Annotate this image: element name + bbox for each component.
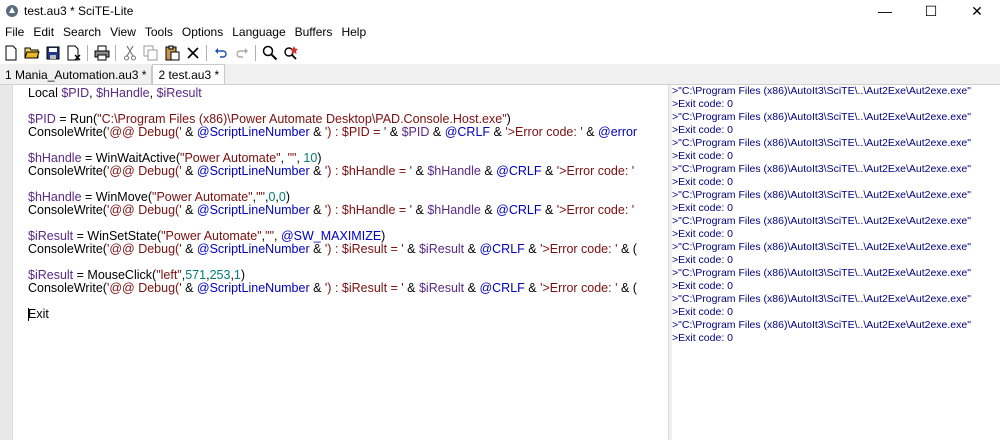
output-line[interactable]: >"C:\Program Files (x86)\AutoIt3\SciTE\.… — [672, 163, 1000, 176]
output-line[interactable]: >Exit code: 0 — [672, 176, 1000, 189]
output-line[interactable]: >Exit code: 0 — [672, 228, 1000, 241]
cut-icon[interactable] — [120, 43, 140, 63]
menu-options[interactable]: Options — [177, 25, 227, 39]
save-icon[interactable] — [43, 43, 63, 63]
code-area[interactable]: Local $PID, $hHandle, $iResult $PID = Run… — [28, 87, 666, 437]
output-line[interactable]: >Exit code: 0 — [672, 254, 1000, 267]
code-line[interactable]: ConsoleWrite('@@ Debug(' & @ScriptLineNu… — [28, 282, 666, 295]
output-line[interactable]: >Exit code: 0 — [672, 150, 1000, 163]
code-line[interactable]: Exit — [28, 308, 666, 321]
menu-buffers[interactable]: Buffers — [290, 25, 337, 39]
output-line[interactable]: >Exit code: 0 — [672, 306, 1000, 319]
toolbar-separator — [115, 45, 116, 61]
editor-margin[interactable] — [0, 85, 13, 440]
output-line[interactable]: >"C:\Program Files (x86)\AutoIt3\SciTE\.… — [672, 215, 1000, 228]
window-controls: — ☐ ✕ — [862, 0, 1000, 22]
text-caret — [28, 308, 29, 321]
replace-icon[interactable] — [281, 43, 301, 63]
output-line[interactable]: >"C:\Program Files (x86)\AutoIt3\SciTE\.… — [672, 111, 1000, 124]
output-line[interactable]: >Exit code: 0 — [672, 280, 1000, 293]
title-bar: test.au3 * SciTE-Lite — ☐ ✕ — [0, 0, 1000, 22]
minimize-button[interactable]: — — [862, 0, 908, 22]
code-line[interactable]: ConsoleWrite('@@ Debug(' & @ScriptLineNu… — [28, 165, 666, 178]
output-line[interactable]: >"C:\Program Files (x86)\AutoIt3\SciTE\.… — [672, 189, 1000, 202]
open-folder-icon[interactable] — [22, 43, 42, 63]
output-line[interactable]: >"C:\Program Files (x86)\AutoIt3\SciTE\.… — [672, 267, 1000, 280]
toolbar-separator — [255, 45, 256, 61]
code-line[interactable]: ConsoleWrite('@@ Debug(' & @ScriptLineNu… — [28, 204, 666, 217]
code-line[interactable]: ConsoleWrite('@@ Debug(' & @ScriptLineNu… — [28, 243, 666, 256]
menu-edit[interactable]: Edit — [28, 25, 58, 39]
redo-icon[interactable] — [232, 43, 252, 63]
toolbar — [0, 42, 1000, 64]
copy-icon[interactable] — [141, 43, 161, 63]
tab-test[interactable]: 2 test.au3 * — [152, 64, 226, 84]
output-line[interactable]: >"C:\Program Files (x86)\AutoIt3\SciTE\.… — [672, 319, 1000, 332]
maximize-button[interactable]: ☐ — [908, 0, 954, 22]
menu-bar: File Edit Search View Tools Options Lang… — [0, 22, 1000, 42]
print-icon[interactable] — [92, 43, 112, 63]
menu-help[interactable]: Help — [336, 25, 370, 39]
find-icon[interactable] — [260, 43, 280, 63]
output-line[interactable]: >"C:\Program Files (x86)\AutoIt3\SciTE\.… — [672, 241, 1000, 254]
output-line[interactable]: >Exit code: 0 — [672, 98, 1000, 111]
menu-search[interactable]: Search — [58, 25, 105, 39]
tab-mania-automation[interactable]: 1 Mania_Automation.au3 * — [0, 66, 153, 84]
menu-view[interactable]: View — [105, 25, 140, 39]
code-line[interactable]: Local $PID, $hHandle, $iResult — [28, 87, 666, 100]
buffer-tabs: 1 Mania_Automation.au3 * 2 test.au3 * — [0, 64, 1000, 85]
output-line[interactable]: >"C:\Program Files (x86)\AutoIt3\SciTE\.… — [672, 137, 1000, 150]
window-title: test.au3 * SciTE-Lite — [24, 4, 134, 18]
menu-file[interactable]: File — [0, 25, 28, 39]
new-file-icon[interactable] — [1, 43, 21, 63]
menu-tools[interactable]: Tools — [140, 25, 177, 39]
code-line[interactable]: ConsoleWrite('@@ Debug(' & @ScriptLineNu… — [28, 126, 666, 139]
close-button[interactable]: ✕ — [954, 0, 1000, 22]
menu-language[interactable]: Language — [227, 25, 289, 39]
delete-icon[interactable] — [183, 43, 203, 63]
output-line[interactable]: >Exit code: 0 — [672, 124, 1000, 137]
scite-app-icon[interactable] — [6, 5, 18, 17]
toolbar-separator — [206, 45, 207, 61]
output-pane[interactable]: >"C:\Program Files (x86)\AutoIt3\SciTE\.… — [672, 85, 1000, 440]
editor-pane[interactable]: Local $PID, $hHandle, $iResult $PID = Run… — [0, 85, 668, 440]
output-line[interactable]: >"C:\Program Files (x86)\AutoIt3\SciTE\.… — [672, 293, 1000, 306]
code-line[interactable] — [28, 295, 666, 308]
toolbar-separator — [87, 45, 88, 61]
close-file-icon[interactable] — [64, 43, 84, 63]
undo-icon[interactable] — [211, 43, 231, 63]
output-line[interactable]: >Exit code: 0 — [672, 202, 1000, 215]
output-line[interactable]: >Exit code: 0 — [672, 332, 1000, 345]
output-line[interactable]: >"C:\Program Files (x86)\AutoIt3\SciTE\.… — [672, 85, 1000, 98]
paste-icon[interactable] — [162, 43, 182, 63]
